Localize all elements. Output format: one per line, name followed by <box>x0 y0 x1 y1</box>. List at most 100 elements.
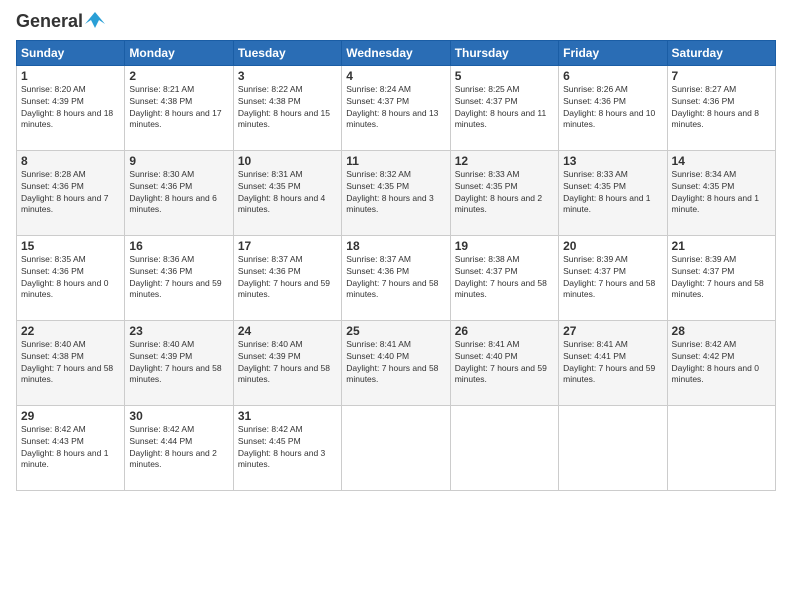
calendar-week-4: 22Sunrise: 8:40 AMSunset: 4:38 PMDayligh… <box>17 320 776 405</box>
calendar-cell: 23Sunrise: 8:40 AMSunset: 4:39 PMDayligh… <box>125 320 233 405</box>
logo-bird-icon <box>85 10 105 30</box>
calendar-cell <box>667 405 775 490</box>
day-number: 28 <box>672 324 771 338</box>
logo-text: General <box>16 12 83 32</box>
day-info: Sunrise: 8:27 AMSunset: 4:36 PMDaylight:… <box>672 84 759 130</box>
calendar-week-1: 1Sunrise: 8:20 AMSunset: 4:39 PMDaylight… <box>17 65 776 150</box>
day-number: 8 <box>21 154 120 168</box>
day-number: 15 <box>21 239 120 253</box>
calendar-week-3: 15Sunrise: 8:35 AMSunset: 4:36 PMDayligh… <box>17 235 776 320</box>
calendar-cell: 17Sunrise: 8:37 AMSunset: 4:36 PMDayligh… <box>233 235 341 320</box>
day-info: Sunrise: 8:42 AMSunset: 4:43 PMDaylight:… <box>21 424 108 470</box>
day-info: Sunrise: 8:25 AMSunset: 4:37 PMDaylight:… <box>455 84 547 130</box>
header: General <box>16 12 776 32</box>
day-number: 11 <box>346 154 445 168</box>
calendar-cell: 25Sunrise: 8:41 AMSunset: 4:40 PMDayligh… <box>342 320 450 405</box>
day-number: 3 <box>238 69 337 83</box>
calendar-cell: 18Sunrise: 8:37 AMSunset: 4:36 PMDayligh… <box>342 235 450 320</box>
day-number: 22 <box>21 324 120 338</box>
day-number: 23 <box>129 324 228 338</box>
day-info: Sunrise: 8:41 AMSunset: 4:41 PMDaylight:… <box>563 339 655 385</box>
day-info: Sunrise: 8:36 AMSunset: 4:36 PMDaylight:… <box>129 254 221 300</box>
column-header-tuesday: Tuesday <box>233 40 341 65</box>
calendar-cell: 22Sunrise: 8:40 AMSunset: 4:38 PMDayligh… <box>17 320 125 405</box>
day-info: Sunrise: 8:26 AMSunset: 4:36 PMDaylight:… <box>563 84 655 130</box>
calendar-cell <box>450 405 558 490</box>
day-info: Sunrise: 8:42 AMSunset: 4:44 PMDaylight:… <box>129 424 216 470</box>
column-header-saturday: Saturday <box>667 40 775 65</box>
calendar-cell: 19Sunrise: 8:38 AMSunset: 4:37 PMDayligh… <box>450 235 558 320</box>
calendar-header-row: SundayMondayTuesdayWednesdayThursdayFrid… <box>17 40 776 65</box>
calendar-cell: 14Sunrise: 8:34 AMSunset: 4:35 PMDayligh… <box>667 150 775 235</box>
calendar: SundayMondayTuesdayWednesdayThursdayFrid… <box>16 40 776 491</box>
day-info: Sunrise: 8:41 AMSunset: 4:40 PMDaylight:… <box>455 339 547 385</box>
calendar-cell: 9Sunrise: 8:30 AMSunset: 4:36 PMDaylight… <box>125 150 233 235</box>
calendar-week-5: 29Sunrise: 8:42 AMSunset: 4:43 PMDayligh… <box>17 405 776 490</box>
day-number: 18 <box>346 239 445 253</box>
calendar-cell: 12Sunrise: 8:33 AMSunset: 4:35 PMDayligh… <box>450 150 558 235</box>
day-info: Sunrise: 8:37 AMSunset: 4:36 PMDaylight:… <box>238 254 330 300</box>
column-header-wednesday: Wednesday <box>342 40 450 65</box>
day-number: 6 <box>563 69 662 83</box>
calendar-cell <box>342 405 450 490</box>
calendar-cell: 26Sunrise: 8:41 AMSunset: 4:40 PMDayligh… <box>450 320 558 405</box>
column-header-sunday: Sunday <box>17 40 125 65</box>
calendar-cell: 5Sunrise: 8:25 AMSunset: 4:37 PMDaylight… <box>450 65 558 150</box>
day-number: 25 <box>346 324 445 338</box>
calendar-cell: 2Sunrise: 8:21 AMSunset: 4:38 PMDaylight… <box>125 65 233 150</box>
day-info: Sunrise: 8:33 AMSunset: 4:35 PMDaylight:… <box>455 169 542 215</box>
day-number: 19 <box>455 239 554 253</box>
day-info: Sunrise: 8:38 AMSunset: 4:37 PMDaylight:… <box>455 254 547 300</box>
calendar-week-2: 8Sunrise: 8:28 AMSunset: 4:36 PMDaylight… <box>17 150 776 235</box>
calendar-cell: 6Sunrise: 8:26 AMSunset: 4:36 PMDaylight… <box>559 65 667 150</box>
day-info: Sunrise: 8:39 AMSunset: 4:37 PMDaylight:… <box>563 254 655 300</box>
day-number: 5 <box>455 69 554 83</box>
calendar-cell: 27Sunrise: 8:41 AMSunset: 4:41 PMDayligh… <box>559 320 667 405</box>
calendar-cell: 4Sunrise: 8:24 AMSunset: 4:37 PMDaylight… <box>342 65 450 150</box>
day-info: Sunrise: 8:28 AMSunset: 4:36 PMDaylight:… <box>21 169 108 215</box>
day-number: 7 <box>672 69 771 83</box>
calendar-cell: 29Sunrise: 8:42 AMSunset: 4:43 PMDayligh… <box>17 405 125 490</box>
day-info: Sunrise: 8:40 AMSunset: 4:39 PMDaylight:… <box>129 339 221 385</box>
day-info: Sunrise: 8:37 AMSunset: 4:36 PMDaylight:… <box>346 254 438 300</box>
column-header-friday: Friday <box>559 40 667 65</box>
day-info: Sunrise: 8:20 AMSunset: 4:39 PMDaylight:… <box>21 84 113 130</box>
day-number: 30 <box>129 409 228 423</box>
calendar-cell: 3Sunrise: 8:22 AMSunset: 4:38 PMDaylight… <box>233 65 341 150</box>
day-info: Sunrise: 8:24 AMSunset: 4:37 PMDaylight:… <box>346 84 438 130</box>
day-number: 14 <box>672 154 771 168</box>
day-number: 4 <box>346 69 445 83</box>
day-info: Sunrise: 8:35 AMSunset: 4:36 PMDaylight:… <box>21 254 108 300</box>
day-info: Sunrise: 8:32 AMSunset: 4:35 PMDaylight:… <box>346 169 433 215</box>
calendar-cell: 8Sunrise: 8:28 AMSunset: 4:36 PMDaylight… <box>17 150 125 235</box>
day-info: Sunrise: 8:39 AMSunset: 4:37 PMDaylight:… <box>672 254 764 300</box>
day-info: Sunrise: 8:31 AMSunset: 4:35 PMDaylight:… <box>238 169 325 215</box>
day-number: 1 <box>21 69 120 83</box>
day-number: 17 <box>238 239 337 253</box>
page: General SundayMondayTuesdayWednesdayThur… <box>0 0 792 612</box>
calendar-cell: 21Sunrise: 8:39 AMSunset: 4:37 PMDayligh… <box>667 235 775 320</box>
calendar-cell: 13Sunrise: 8:33 AMSunset: 4:35 PMDayligh… <box>559 150 667 235</box>
day-number: 9 <box>129 154 228 168</box>
day-info: Sunrise: 8:41 AMSunset: 4:40 PMDaylight:… <box>346 339 438 385</box>
day-number: 2 <box>129 69 228 83</box>
day-info: Sunrise: 8:21 AMSunset: 4:38 PMDaylight:… <box>129 84 221 130</box>
logo: General <box>16 12 105 32</box>
day-info: Sunrise: 8:40 AMSunset: 4:39 PMDaylight:… <box>238 339 330 385</box>
day-info: Sunrise: 8:34 AMSunset: 4:35 PMDaylight:… <box>672 169 759 215</box>
day-number: 20 <box>563 239 662 253</box>
calendar-cell: 24Sunrise: 8:40 AMSunset: 4:39 PMDayligh… <box>233 320 341 405</box>
calendar-cell: 30Sunrise: 8:42 AMSunset: 4:44 PMDayligh… <box>125 405 233 490</box>
day-number: 13 <box>563 154 662 168</box>
calendar-cell: 16Sunrise: 8:36 AMSunset: 4:36 PMDayligh… <box>125 235 233 320</box>
day-info: Sunrise: 8:33 AMSunset: 4:35 PMDaylight:… <box>563 169 650 215</box>
calendar-cell: 20Sunrise: 8:39 AMSunset: 4:37 PMDayligh… <box>559 235 667 320</box>
day-number: 16 <box>129 239 228 253</box>
day-number: 10 <box>238 154 337 168</box>
column-header-monday: Monday <box>125 40 233 65</box>
day-number: 24 <box>238 324 337 338</box>
day-number: 21 <box>672 239 771 253</box>
day-number: 27 <box>563 324 662 338</box>
day-info: Sunrise: 8:22 AMSunset: 4:38 PMDaylight:… <box>238 84 330 130</box>
day-number: 12 <box>455 154 554 168</box>
